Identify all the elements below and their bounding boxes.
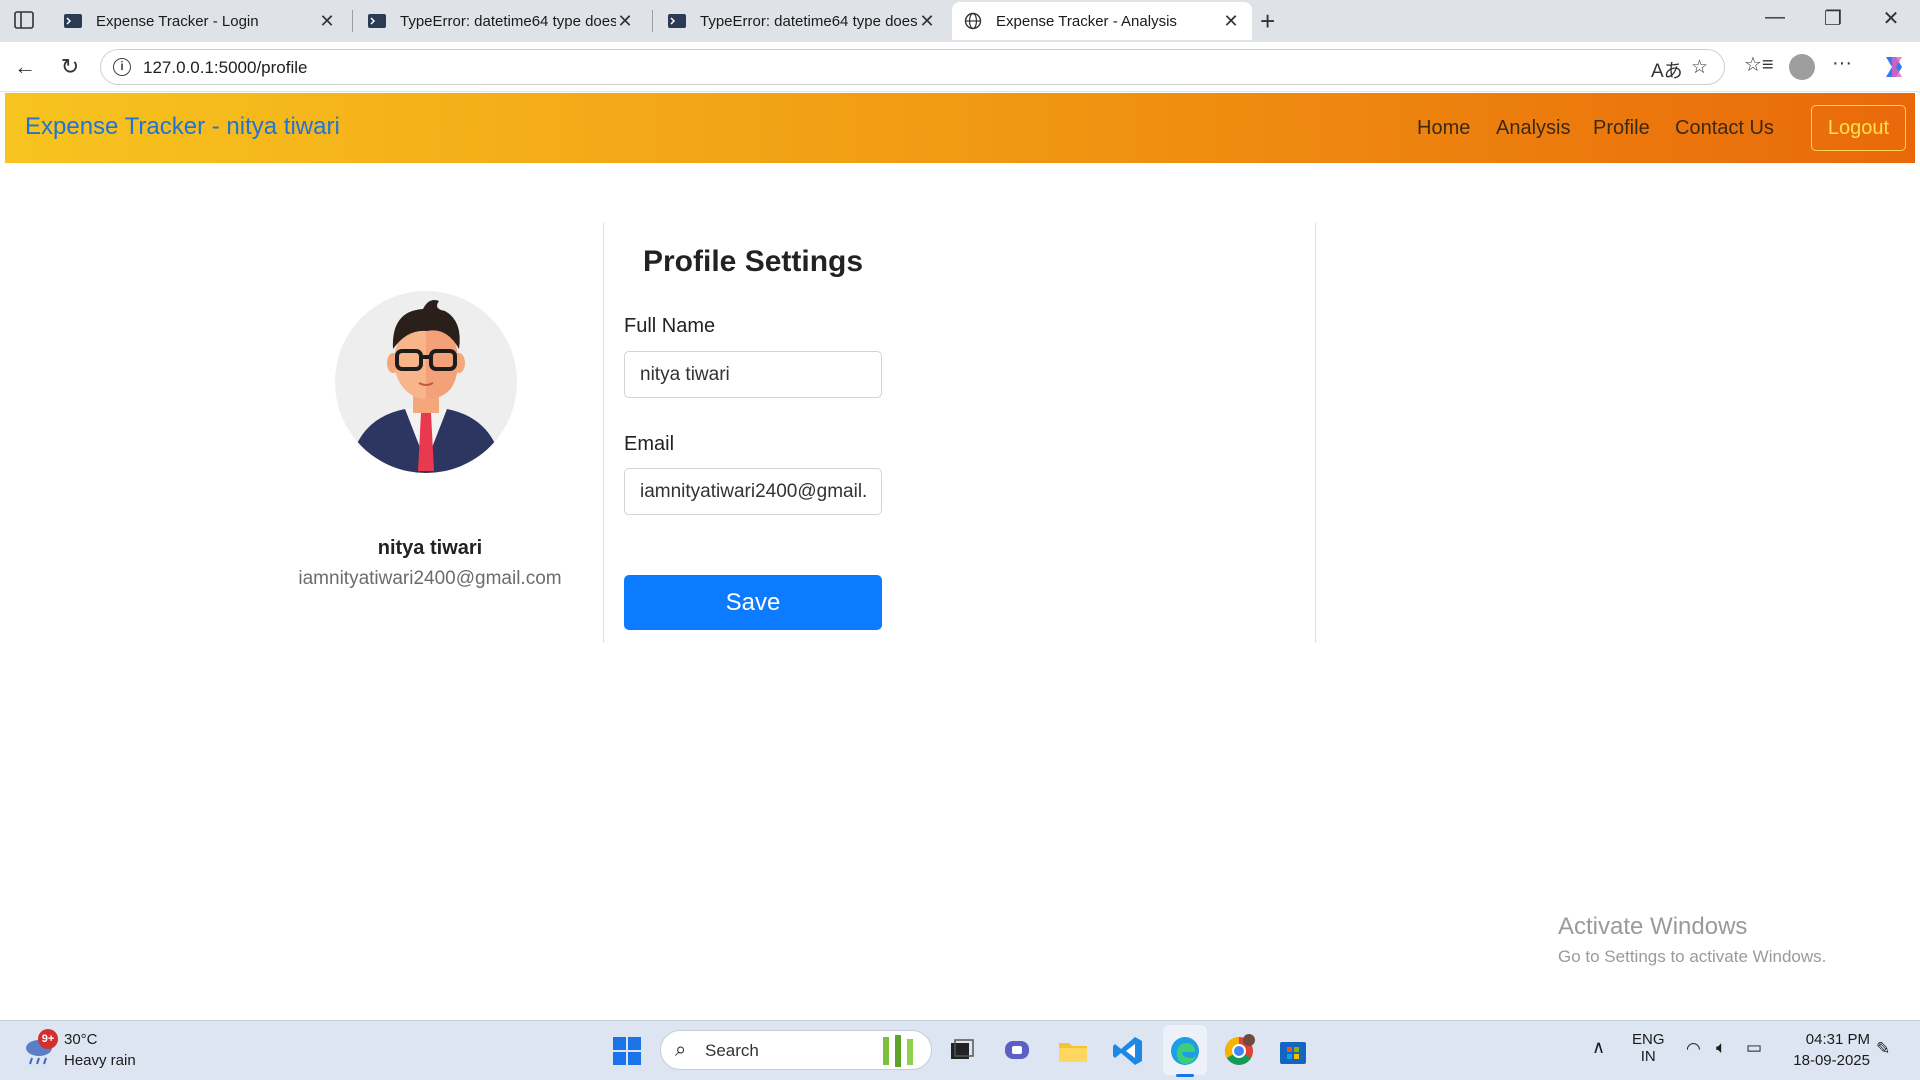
profile-name: nitya tiwari <box>377 537 483 559</box>
tab-typeerror-1[interactable]: TypeError: datetime64 type does n ✕ <box>356 2 646 40</box>
nav-profile-link[interactable]: Profile <box>1593 117 1650 140</box>
battery-icon[interactable]: ▭ <box>1746 1038 1762 1058</box>
show-hidden-icons-icon[interactable]: ∧ <box>1592 1037 1605 1058</box>
tab-expense-login[interactable]: Expense Tracker - Login ✕ <box>52 2 348 40</box>
terminal-favicon-icon <box>368 14 386 28</box>
nav-contact-link[interactable]: Contact Us <box>1675 117 1774 140</box>
terminal-favicon-icon <box>64 14 82 28</box>
nav-analysis-link[interactable]: Analysis <box>1496 117 1570 140</box>
email-label: Email <box>624 433 675 455</box>
site-navbar: Expense Tracker - nitya tiwari Home Anal… <box>5 93 1915 163</box>
notifications-icon[interactable]: ✎ <box>1876 1039 1890 1059</box>
wifi-icon[interactable]: ◠ <box>1686 1039 1701 1059</box>
restore-icon[interactable]: ❐ <box>1813 6 1853 31</box>
task-view-icon[interactable] <box>944 1034 978 1068</box>
tab-expense-analysis[interactable]: Expense Tracker - Analysis ✕ <box>952 2 1252 40</box>
edge-browser-icon[interactable] <box>1168 1034 1202 1068</box>
full-name-label: Full Name <box>624 315 716 337</box>
full-name-input[interactable] <box>624 351 882 398</box>
watermark-subtitle: Go to Settings to activate Windows. <box>1558 947 1827 966</box>
tab-close-icon[interactable]: ✕ <box>616 11 634 32</box>
tab-typeerror-2[interactable]: TypeError: datetime64 type does n ✕ <box>656 2 948 40</box>
brand-link[interactable]: Expense Tracker - nitya tiwari <box>25 113 340 141</box>
weather-temperature[interactable]: 30°C <box>64 1031 98 1048</box>
windows-taskbar: 9+ 30°C Heavy rain ⌕ Search ∧ ENG IN ◠ 🔈… <box>0 1020 1920 1080</box>
tab-divider <box>652 10 653 32</box>
bamboo-highlight-icon <box>883 1035 913 1067</box>
search-placeholder: Search <box>705 1041 759 1060</box>
search-icon: ⌕ <box>675 1039 687 1061</box>
globe-icon <box>964 12 982 30</box>
logout-button[interactable]: Logout <box>1811 105 1906 151</box>
email-input[interactable] <box>624 468 882 515</box>
microsoft-store-icon[interactable] <box>1276 1034 1310 1068</box>
watermark-title: Activate Windows <box>1558 913 1748 940</box>
weather-description[interactable]: Heavy rain <box>64 1052 136 1069</box>
clock-date: 18-09-2025 <box>1793 1052 1870 1069</box>
favorites-icon[interactable]: ☆≡ <box>1744 52 1774 77</box>
tab-actions-icon[interactable] <box>10 8 38 32</box>
tab-title: TypeError: datetime64 type does n <box>700 12 918 30</box>
column-divider <box>1315 223 1316 643</box>
address-bar[interactable]: i 127.0.0.1:5000/profile Aあ ☆ <box>100 49 1725 85</box>
profile-avatar-icon[interactable] <box>1789 54 1815 80</box>
windows-start-icon[interactable] <box>610 1034 644 1068</box>
region-code: IN <box>1640 1048 1656 1065</box>
tab-divider <box>352 10 353 32</box>
system-clock[interactable]: 04:31 PM 18-09-2025 <box>1780 1031 1870 1069</box>
close-window-icon[interactable]: ✕ <box>1871 6 1911 31</box>
language-code: ENG <box>1632 1031 1665 1048</box>
column-divider <box>603 223 604 643</box>
refresh-icon[interactable]: ↻ <box>55 52 85 82</box>
profile-email: iamnityatiwari2400@gmail.com <box>298 568 562 589</box>
url-text[interactable]: 127.0.0.1:5000/profile <box>143 58 307 78</box>
copilot-icon[interactable] <box>1880 53 1908 81</box>
browser-tab-strip: Expense Tracker - Login ✕ TypeError: dat… <box>0 0 1920 42</box>
chat-icon[interactable] <box>1000 1034 1034 1068</box>
back-arrow-icon[interactable]: ← <box>10 52 40 82</box>
tab-title: TypeError: datetime64 type does n <box>400 12 616 30</box>
language-indicator[interactable]: ENG IN <box>1632 1031 1665 1065</box>
tab-title: Expense Tracker - Login <box>96 12 259 30</box>
chrome-icon[interactable] <box>1222 1034 1256 1068</box>
nav-home-link[interactable]: Home <box>1417 117 1470 140</box>
activate-windows-watermark: Activate Windows Go to Settings to activ… <box>1558 913 1826 967</box>
minimize-icon[interactable]: — <box>1755 6 1795 29</box>
favorite-star-icon[interactable]: ☆ <box>1691 56 1708 79</box>
read-aloud-icon[interactable]: Aあ <box>1651 56 1683 83</box>
file-explorer-icon[interactable] <box>1056 1034 1090 1068</box>
site-info-icon[interactable]: i <box>113 58 131 76</box>
terminal-favicon-icon <box>668 14 686 28</box>
taskbar-search[interactable]: ⌕ Search <box>660 1030 932 1070</box>
web-page: Expense Tracker - nitya tiwari Home Anal… <box>5 93 1915 1018</box>
profile-avatar <box>335 291 517 473</box>
settings-title: Profile Settings <box>643 245 864 278</box>
new-tab-icon[interactable]: + <box>1260 6 1275 37</box>
browser-toolbar: ← ↻ i 127.0.0.1:5000/profile Aあ ☆ ☆≡ ··· <box>0 42 1920 92</box>
active-indicator <box>1176 1074 1194 1077</box>
volume-icon[interactable]: 🔈︎ <box>1716 1038 1726 1058</box>
notification-badge: 9+ <box>38 1029 58 1049</box>
tab-title: Expense Tracker - Analysis <box>996 12 1177 30</box>
vscode-icon[interactable] <box>1111 1034 1145 1068</box>
more-options-icon[interactable]: ··· <box>1832 52 1852 75</box>
tab-close-icon[interactable]: ✕ <box>318 11 336 32</box>
clock-time: 04:31 PM <box>1805 1031 1870 1048</box>
tab-close-icon[interactable]: ✕ <box>918 11 936 32</box>
save-button[interactable]: Save <box>624 575 882 630</box>
tab-close-icon[interactable]: ✕ <box>1222 11 1240 32</box>
